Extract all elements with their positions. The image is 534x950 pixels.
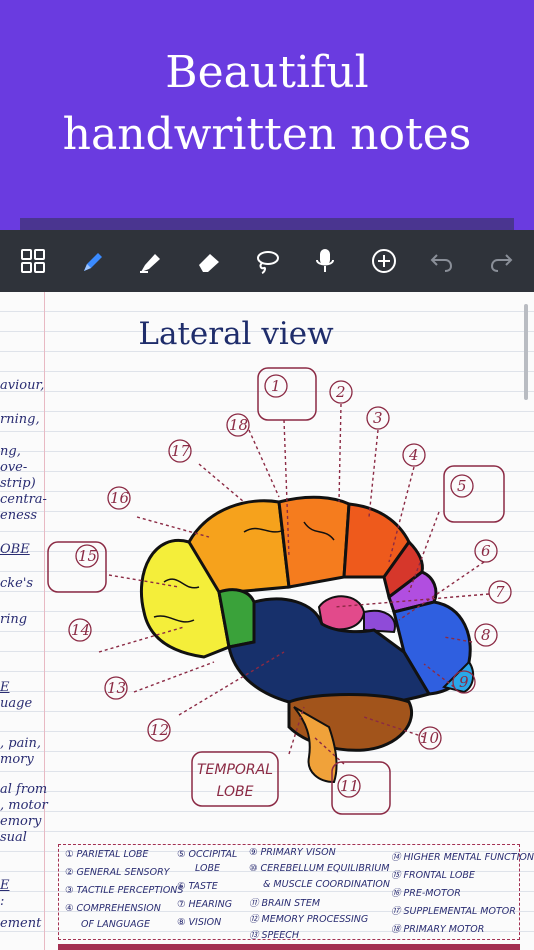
microphone-button[interactable] <box>305 241 345 281</box>
legend-item: & MUSCLE COORDINATION <box>263 879 390 890</box>
legend-item: ⑫ MEMORY PROCESSING <box>249 914 369 925</box>
label-12: 12 <box>150 721 169 739</box>
region-number-labels: 1 2 3 4 5 6 7 8 9 10 11 12 13 14 15 16 1… <box>47 367 512 815</box>
temporal-lobe-label-line-1: TEMPORAL <box>197 762 273 778</box>
note-fragment: mory <box>0 752 34 767</box>
grid-icon <box>21 249 46 273</box>
note-fragment: cke's <box>0 576 34 591</box>
legend-item: ⑩ CEREBELLUM EQUILIBRIUM <box>249 863 390 874</box>
legend-item: OF LANGUAGE <box>81 919 151 930</box>
label-17: 17 <box>171 442 191 460</box>
legend-item: ⑯ PRE-MOTOR <box>391 888 461 899</box>
label-4: 4 <box>408 446 419 464</box>
label-10: 10 <box>420 729 440 747</box>
label-9: 9 <box>459 673 469 691</box>
legend-item: ⑤ OCCIPITAL <box>177 849 238 860</box>
redo-icon <box>490 254 513 272</box>
note-fragment: ring <box>0 612 28 627</box>
note-fragment: sual <box>0 830 27 845</box>
drawing-toolbar <box>0 230 534 292</box>
note-fragment: ng, <box>0 444 21 459</box>
label-5: 5 <box>457 477 467 495</box>
motor-region-shape <box>277 495 351 589</box>
note-page[interactable]: Lateral view aviour, rning, ng, ove- str… <box>0 292 534 950</box>
lasso-icon <box>256 251 279 274</box>
label-2: 2 <box>335 383 346 401</box>
diagram-legend: ① PARIETAL LOBE ② GENERAL SENSORY ③ TACT… <box>58 844 534 941</box>
legend-item: ⑬ SPEECH <box>249 930 300 941</box>
legend-item: ⑧ VISION <box>177 917 222 928</box>
note-fragment: strip) <box>0 476 36 491</box>
vertical-scrollbar[interactable] <box>524 304 528 400</box>
note-fragment: aviour, <box>0 378 45 393</box>
pen-icon <box>83 253 102 271</box>
legend-item: ⑪ BRAIN STEM <box>249 898 321 909</box>
legend-item: ⑭ HIGHER MENTAL FUNCTIONS <box>391 852 534 863</box>
label-1: 1 <box>271 377 281 395</box>
page-bottom-rule <box>58 944 520 950</box>
pen-button[interactable] <box>72 241 112 281</box>
eraser-icon <box>198 254 219 272</box>
legend-item: ④ COMPREHENSION <box>65 903 161 914</box>
left-cropped-notes: aviour, rning, ng, ove- strip) centra- e… <box>0 370 48 950</box>
note-fragment: OBE <box>0 542 30 557</box>
label-11: 11 <box>340 777 359 795</box>
label-18: 18 <box>229 416 248 434</box>
note-fragment: : <box>0 894 5 909</box>
microphone-icon <box>316 249 335 272</box>
undo-button[interactable] <box>422 241 462 281</box>
undo-icon <box>430 254 453 272</box>
brain-diagram: 1 2 3 4 5 6 7 8 9 10 11 12 13 14 15 16 1… <box>47 367 512 815</box>
note-fragment: E <box>0 878 10 893</box>
note-fragment: emory <box>0 814 42 829</box>
legend-item: ⑨ PRIMARY VISON <box>249 847 336 858</box>
add-icon <box>371 249 396 273</box>
lasso-button[interactable] <box>247 241 287 281</box>
legend-item: LOBE <box>195 863 220 874</box>
label-3: 3 <box>373 409 383 427</box>
label-13: 13 <box>107 679 126 697</box>
grid-button[interactable] <box>13 241 53 281</box>
note-fragment: rning, <box>0 412 40 427</box>
hearing-region-shape <box>363 609 396 634</box>
note-fragment: , motor <box>0 798 48 813</box>
redo-button[interactable] <box>481 241 521 281</box>
label-16: 16 <box>110 489 130 507</box>
add-button[interactable] <box>364 241 404 281</box>
note-fragment: uage <box>0 696 33 711</box>
legend-item: ⑦ HEARING <box>177 899 233 910</box>
note-fragment: al from <box>0 782 48 797</box>
promo-headline: Beautiful handwritten notes <box>0 42 534 166</box>
headline-line-2: handwritten notes <box>62 109 472 160</box>
note-fragment: centra- <box>0 492 47 507</box>
legend-item: ⑰ SUPPLEMENTAL MOTOR <box>391 906 516 917</box>
legend-item: ⑱ PRIMARY MOTOR <box>391 924 485 935</box>
note-fragment: E <box>0 680 10 695</box>
label-7: 7 <box>495 583 505 601</box>
legend-item: ② GENERAL SENSORY <box>65 867 170 878</box>
note-title: Lateral view <box>138 316 334 352</box>
legend-item: ③ TACTILE PERCEPTIONS <box>65 885 184 896</box>
legend-item: ① PARIETAL LOBE <box>65 849 149 860</box>
label-15: 15 <box>78 547 97 565</box>
highlighter-icon <box>140 254 161 273</box>
label-8: 8 <box>481 626 491 644</box>
legend-item: ⑮ FRONTAL LOBE <box>391 870 475 881</box>
legend-item: ⑥ TASTE <box>177 881 218 892</box>
note-fragment: , pain, <box>0 736 41 751</box>
temporal-lobe-label-line-2: LOBE <box>217 784 254 800</box>
eraser-button[interactable] <box>189 241 229 281</box>
highlighter-button[interactable] <box>130 241 170 281</box>
note-fragment: eness <box>0 508 38 523</box>
headline-line-1: Beautiful <box>165 47 369 98</box>
note-fragment: ement <box>0 916 42 931</box>
promo-banner: Beautiful handwritten notes <box>0 0 534 240</box>
note-fragment: ove- <box>0 460 28 475</box>
label-14: 14 <box>71 621 90 639</box>
label-6: 6 <box>481 542 491 560</box>
